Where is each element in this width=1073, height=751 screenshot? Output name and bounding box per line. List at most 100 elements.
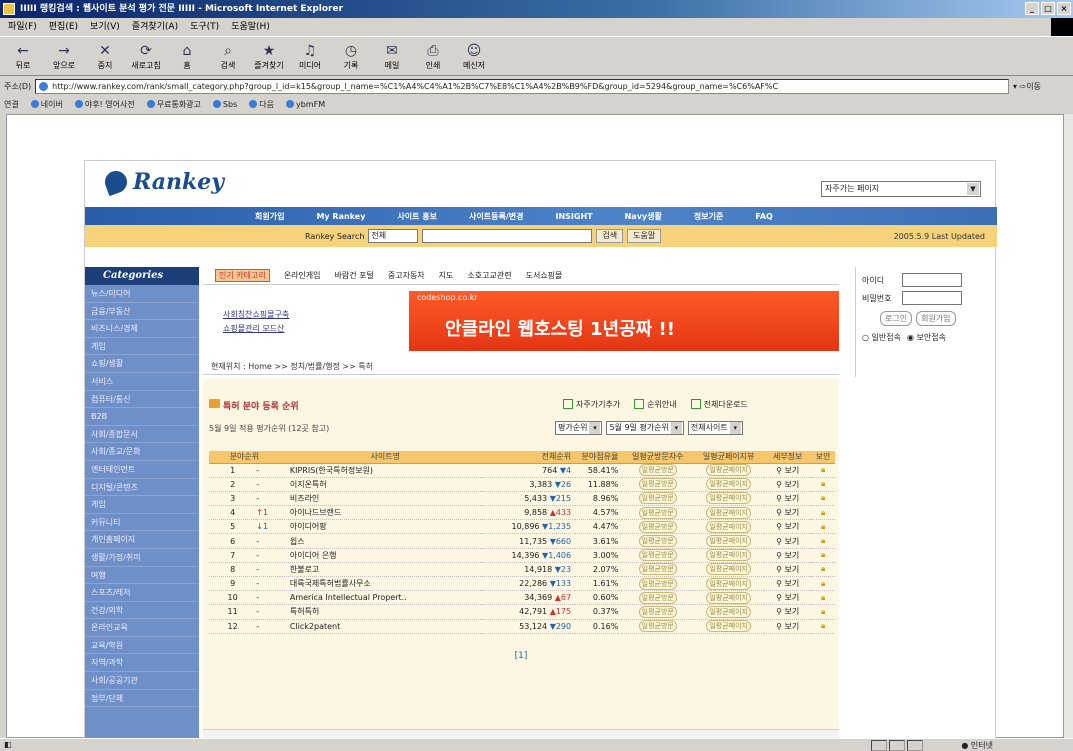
column-header[interactable]: 사이트명: [279, 451, 481, 464]
pageviews-badge[interactable]: 일평균페이지: [706, 464, 751, 477]
site-name-link[interactable]: 윕스: [279, 533, 481, 549]
site-logo[interactable]: Rankey: [101, 167, 224, 197]
category-item[interactable]: 교육/학원: [85, 637, 199, 655]
category-item[interactable]: 사회/종합문서: [85, 426, 199, 444]
detail-view-link[interactable]: ⚲ 보기: [764, 562, 812, 578]
address-input[interactable]: http://www.rankey.com/rank/small_categor…: [35, 78, 1009, 94]
category-item[interactable]: 디지털/콘텐츠: [85, 479, 199, 497]
visitors-badge[interactable]: 일평균방문: [638, 464, 677, 477]
site-name-link[interactable]: 아이나드브랜드: [279, 505, 481, 521]
detail-view-link[interactable]: ⚲ 보기: [764, 604, 812, 620]
search-scope-select[interactable]: 전체: [368, 229, 419, 243]
nav-item[interactable]: 사이트 홍보: [397, 211, 437, 222]
pageviews-badge[interactable]: 일평균페이지: [706, 591, 751, 604]
link-item[interactable]: Sbs: [213, 100, 237, 109]
menu-file[interactable]: 파일(F): [8, 18, 37, 36]
date-select[interactable]: 5월 9일 평가순위: [606, 421, 684, 435]
category-item[interactable]: 여행: [85, 567, 199, 585]
category-item[interactable]: 비즈니스/경제: [85, 320, 199, 338]
category-item[interactable]: 사회/공공기관: [85, 672, 199, 690]
visitors-badge[interactable]: 일평균방문: [638, 478, 677, 491]
menu-view[interactable]: 보기(V): [90, 18, 120, 36]
nav-item[interactable]: 회원가입: [255, 211, 284, 222]
tab-item[interactable]: 소호고교관련: [467, 270, 511, 281]
category-item[interactable]: 건강/의학: [85, 602, 199, 620]
toolbar-button[interactable]: ✕ 중지: [88, 42, 122, 71]
visitors-badge[interactable]: 일평균방문: [638, 605, 677, 618]
tab-item[interactable]: 중고자동차: [388, 270, 425, 281]
detail-view-link[interactable]: ⚲ 보기: [764, 619, 812, 634]
menu-favorites[interactable]: 즐겨찾기(A): [132, 18, 178, 36]
id-input[interactable]: [902, 273, 962, 287]
pageviews-badge[interactable]: 일평균페이지: [706, 549, 751, 562]
nav-item[interactable]: Navy생활: [625, 211, 662, 222]
site-name-link[interactable]: 아이디어팡: [279, 519, 481, 535]
go-button[interactable]: ▾ ⇨이동: [1013, 81, 1073, 92]
vertical-scrollbar[interactable]: [1064, 114, 1073, 738]
search-button[interactable]: 검색: [596, 229, 624, 243]
detail-view-link[interactable]: ⚲ 보기: [764, 590, 812, 606]
visitors-badge[interactable]: 일평균방문: [638, 577, 677, 590]
site-name-link[interactable]: America Intellectual Propert..: [279, 590, 481, 606]
tab-item[interactable]: 바람건 포털: [335, 270, 374, 281]
tab-item[interactable]: 지도: [439, 270, 454, 281]
pageviews-badge[interactable]: 일평균페이지: [706, 605, 751, 618]
pageviews-badge[interactable]: 일평균페이지: [706, 620, 751, 633]
detail-view-link[interactable]: ⚲ 보기: [764, 519, 812, 535]
category-item[interactable]: 스포츠/레저: [85, 584, 199, 602]
category-item[interactable]: 쇼핑/생활: [85, 355, 199, 373]
secure-login-radio[interactable]: ◉ 보안접속: [907, 332, 946, 343]
column-header[interactable]: 일평균페이지뷰: [693, 451, 765, 464]
column-header[interactable]: 전체순위: [480, 451, 576, 464]
help-button[interactable]: 도움말: [627, 229, 662, 243]
toolbar-button[interactable]: ⎙ 인쇄: [416, 42, 450, 71]
menu-help[interactable]: 도움말(H): [231, 18, 270, 36]
category-item[interactable]: B2B: [85, 408, 199, 426]
banner-link[interactable]: 사회칭찬쇼핑몰구축: [223, 309, 409, 320]
link-item[interactable]: 다음: [249, 99, 274, 110]
search-input[interactable]: [422, 229, 593, 243]
tab-popular[interactable]: 인기 카테고리: [215, 269, 270, 282]
scope-select[interactable]: 전체사이트: [687, 421, 743, 435]
normal-login-radio[interactable]: ○ 일반접속: [862, 332, 901, 343]
toolbar-button[interactable]: ⟳ 새로고침: [129, 42, 163, 71]
nav-item[interactable]: INSIGHT: [555, 212, 592, 221]
category-item[interactable]: 지역/과학: [85, 654, 199, 673]
maximize-button[interactable]: □: [1041, 2, 1055, 15]
download-all-button[interactable]: 전체다운로드: [690, 399, 748, 410]
hosting-ad[interactable]: codeshop.co.kr 안클라인 웹호스팅 1년공짜 !!: [409, 291, 839, 351]
pageviews-badge[interactable]: 일평균페이지: [706, 577, 751, 590]
tab-item[interactable]: 도서쇼핑몰: [526, 270, 563, 281]
site-name-link[interactable]: 이지온특허: [279, 477, 481, 492]
nav-item[interactable]: My Rankey: [316, 212, 365, 221]
pageviews-badge[interactable]: 일평균페이지: [706, 506, 751, 519]
detail-view-link[interactable]: ⚲ 보기: [764, 491, 812, 507]
column-header[interactable]: 분야순위: [209, 451, 280, 464]
category-item[interactable]: 엔터테인먼트: [85, 461, 199, 479]
detail-view-link[interactable]: ⚲ 보기: [764, 548, 812, 563]
column-header[interactable]: 분야점유율: [575, 451, 623, 464]
join-button[interactable]: 회원가입: [916, 311, 956, 326]
toolbar-button[interactable]: ☺ 메신저: [457, 42, 491, 71]
column-header[interactable]: 보안: [811, 451, 835, 464]
pageviews-badge[interactable]: 일평균페이지: [706, 478, 751, 491]
detail-view-link[interactable]: ⚲ 보기: [764, 505, 812, 521]
add-favorite-button[interactable]: 자주가기추가: [563, 399, 620, 410]
category-item[interactable]: 개인홈페이지: [85, 531, 199, 549]
toolbar-button[interactable]: ★ 즐겨찾기: [252, 42, 286, 71]
pageviews-badge[interactable]: 일평균페이지: [706, 492, 751, 505]
category-item[interactable]: 게임: [85, 338, 199, 356]
category-item[interactable]: 뉴스/미디어: [85, 285, 199, 303]
ranking-guide-button[interactable]: 순위안내: [634, 399, 677, 410]
detail-view-link[interactable]: ⚲ 보기: [764, 477, 812, 492]
nav-item[interactable]: 정보기준: [694, 211, 723, 222]
site-name-link[interactable]: 아이디어 은행: [279, 548, 481, 563]
visitors-badge[interactable]: 일평균방문: [638, 520, 677, 533]
toolbar-button[interactable]: ◷ 기록: [334, 42, 368, 71]
detail-view-link[interactable]: ⚲ 보기: [764, 576, 812, 592]
minimize-button[interactable]: _: [1025, 2, 1039, 15]
link-item[interactable]: 야후! 영어사전: [75, 99, 135, 110]
menu-tools[interactable]: 도구(T): [190, 18, 219, 36]
detail-view-link[interactable]: ⚲ 보기: [764, 533, 812, 549]
link-item[interactable]: 네이버: [31, 99, 63, 110]
